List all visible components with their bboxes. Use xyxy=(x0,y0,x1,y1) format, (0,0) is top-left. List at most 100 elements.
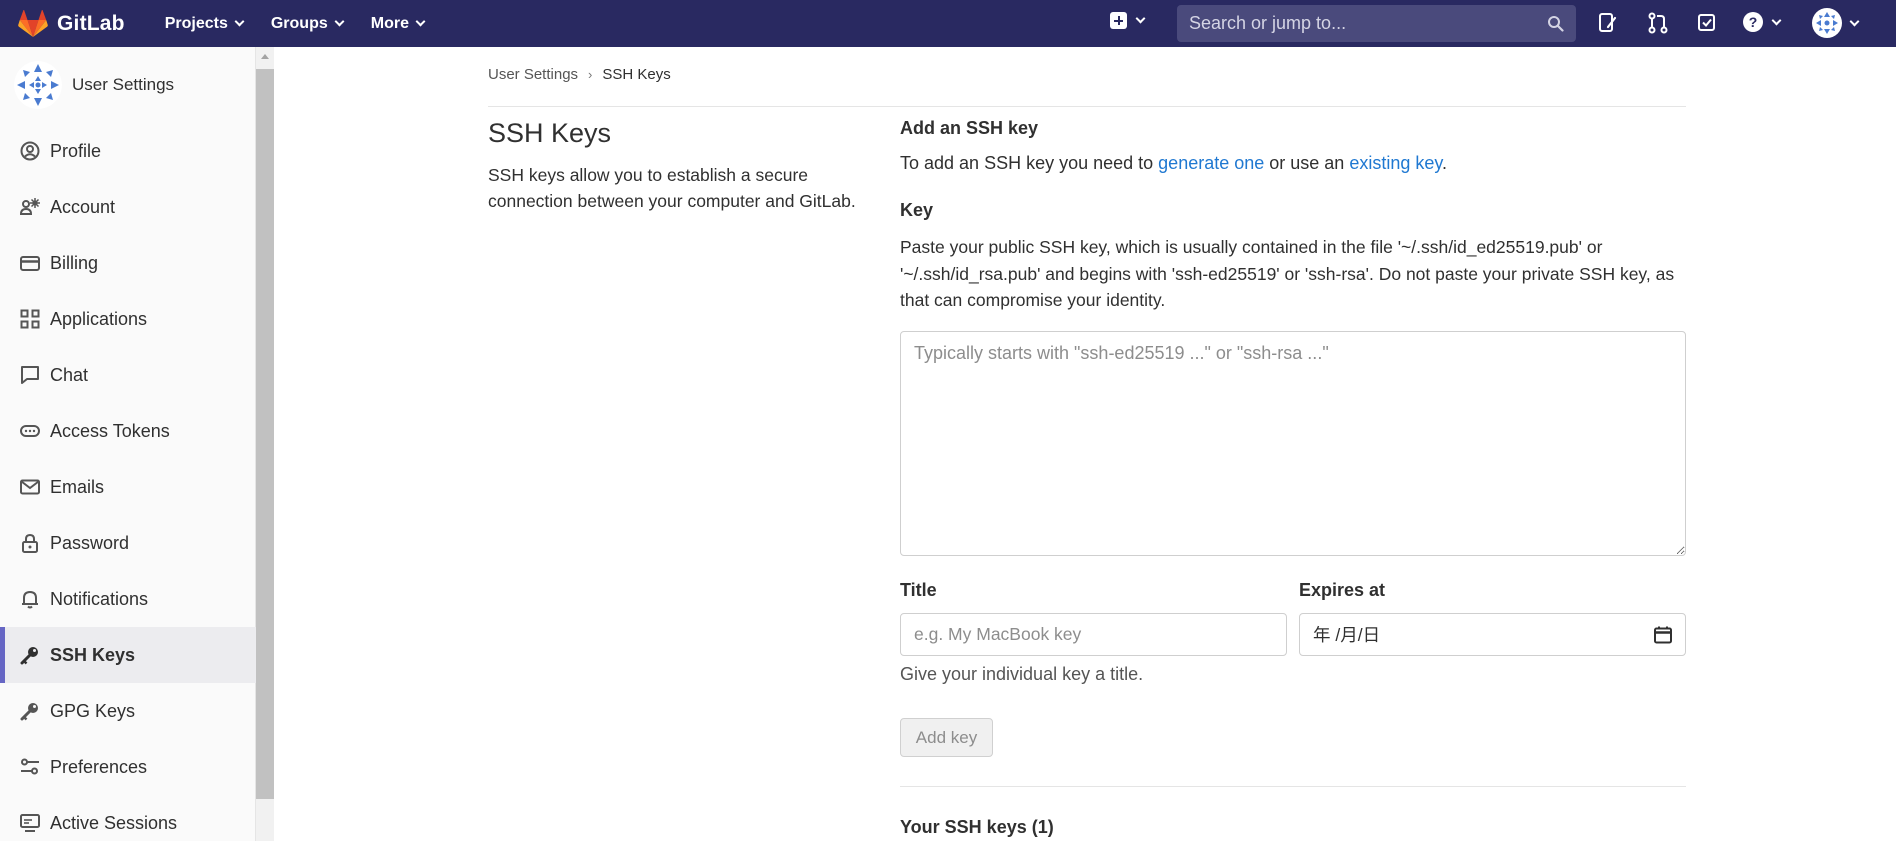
sidebar-item-chat[interactable]: Chat xyxy=(0,347,256,403)
key-icon xyxy=(20,645,40,665)
breadcrumb-parent[interactable]: User Settings xyxy=(488,66,578,83)
sidebar-scrollbar[interactable] xyxy=(256,47,274,841)
plus-square-icon xyxy=(1110,12,1127,29)
issues-icon[interactable] xyxy=(1598,12,1618,34)
chevron-right-icon: › xyxy=(588,67,593,82)
user-settings-avatar xyxy=(14,61,62,109)
page-title: SSH Keys xyxy=(488,118,612,148)
svg-text:?: ? xyxy=(1749,14,1758,30)
title-input[interactable] xyxy=(900,613,1287,656)
add-ssh-key-heading: Add an SSH key xyxy=(900,118,1039,138)
add-key-button[interactable]: Add key xyxy=(900,718,993,757)
breadcrumb: User Settings › SSH Keys xyxy=(488,66,671,83)
key-icon xyxy=(20,701,40,721)
breadcrumb-current[interactable]: SSH Keys xyxy=(602,66,670,83)
sidebar-item-account[interactable]: Account xyxy=(0,179,256,235)
help-dropdown[interactable]: ? xyxy=(1742,11,1782,33)
profile-icon xyxy=(20,141,40,161)
sidebar-item-preferences[interactable]: Preferences xyxy=(0,739,256,795)
projects-menu[interactable]: Projects xyxy=(164,14,245,33)
account-icon xyxy=(20,197,40,217)
sidebar-item-emails[interactable]: Emails xyxy=(0,459,256,515)
sidebar-item-notifications[interactable]: Notifications xyxy=(0,571,256,627)
more-menu[interactable]: More xyxy=(371,15,426,33)
sidebar-item-password[interactable]: Password xyxy=(0,515,256,571)
groups-menu-label: Groups xyxy=(270,14,328,32)
sidebar-item-applications[interactable]: Applications xyxy=(0,291,256,347)
chevron-down-icon xyxy=(415,16,426,27)
search-icon[interactable] xyxy=(1547,15,1564,32)
new-item-dropdown[interactable] xyxy=(1110,12,1146,29)
add-ssh-key-intro: To add an SSH key you need to generate o… xyxy=(900,153,1447,174)
sidebar-item-label: Applications xyxy=(50,308,148,329)
access-tokens-icon xyxy=(20,421,40,441)
sidebar-item-label: Notifications xyxy=(50,588,149,609)
intro-middle: or use an xyxy=(1264,153,1350,173)
sidebar-item-access-tokens[interactable]: Access Tokens xyxy=(0,403,256,459)
sidebar-item-gpg-keys[interactable]: GPG Keys xyxy=(0,683,256,739)
user-avatar xyxy=(1812,8,1842,38)
sidebar-item-profile[interactable]: Profile xyxy=(0,123,256,179)
sidebar-item-label: GPG Keys xyxy=(50,700,136,721)
key-label: Key xyxy=(900,200,934,220)
merge-requests-icon[interactable] xyxy=(1648,12,1668,34)
gitlab-tanuki-icon xyxy=(18,9,48,37)
page-description: SSH keys allow you to establish a secure… xyxy=(488,165,856,211)
intro-prefix: To add an SSH key you need to xyxy=(900,153,1159,173)
calendar-icon[interactable] xyxy=(1654,626,1672,644)
key-help-text: Paste your public SSH key, which is usua… xyxy=(900,237,1675,310)
key-textarea[interactable] xyxy=(900,331,1686,556)
sidebar-item-label: Access Tokens xyxy=(50,420,170,441)
sidebar-item-label: Active Sessions xyxy=(50,812,178,833)
sidebar-item-label: Password xyxy=(50,532,130,553)
chevron-down-icon xyxy=(1849,16,1860,26)
sidebar-title: User Settings xyxy=(72,75,175,94)
monitor-icon xyxy=(20,813,40,833)
sidebar-item-label: Profile xyxy=(50,140,102,161)
gitlab-logo[interactable]: GitLab xyxy=(18,9,125,38)
sidebar-item-label: Chat xyxy=(50,364,89,385)
chevron-down-icon xyxy=(334,16,345,27)
expires-at-value: 年 /月/日 xyxy=(1313,625,1381,645)
intro-suffix: . xyxy=(1442,153,1448,173)
brand-name: GitLab xyxy=(57,11,125,35)
search-input[interactable] xyxy=(1187,12,1527,35)
sidebar-item-label: Account xyxy=(50,196,116,217)
search-box xyxy=(1177,5,1576,42)
sidebar-item-ssh-keys[interactable]: SSH Keys xyxy=(0,627,256,683)
sidebar-item-billing[interactable]: Billing xyxy=(0,235,256,291)
sidebar-item-label: Emails xyxy=(50,476,105,497)
scrollbar-thumb[interactable] xyxy=(256,69,274,799)
scroll-up-arrow-icon[interactable] xyxy=(261,54,269,59)
applications-icon xyxy=(20,309,40,329)
expires-at-date-input[interactable]: 年 /月/日 xyxy=(1299,613,1686,656)
sidebar-item-active-sessions[interactable]: Active Sessions xyxy=(0,795,256,851)
chat-icon xyxy=(20,365,40,385)
preferences-icon xyxy=(20,757,40,777)
title-help-text: Give your individual key a title. xyxy=(900,664,1144,684)
existing-key-link[interactable]: existing key xyxy=(1349,153,1442,173)
lock-icon xyxy=(20,533,40,553)
sidebar-item-label: Billing xyxy=(50,252,99,273)
groups-menu[interactable]: Groups xyxy=(270,14,345,33)
your-ssh-keys-heading: Your SSH keys (1) xyxy=(900,817,1054,837)
top-navbar: GitLab Projects Groups More Search or ju… xyxy=(0,0,1896,47)
todos-icon[interactable] xyxy=(1697,12,1717,34)
divider xyxy=(900,786,1686,787)
sidebar-item-label: Preferences xyxy=(50,756,148,777)
nav-menu: Projects Groups More xyxy=(165,15,452,33)
question-icon: ? xyxy=(1743,12,1763,32)
chevron-down-icon xyxy=(1135,13,1146,24)
user-menu[interactable] xyxy=(1812,8,1860,38)
expires-at-label: Expires at xyxy=(1299,580,1386,600)
billing-icon xyxy=(20,253,40,273)
divider xyxy=(488,106,1686,107)
settings-sidebar: User Settings Profile Account Billing Ap… xyxy=(0,47,256,841)
sidebar-header[interactable]: User Settings xyxy=(0,47,255,123)
chevron-down-icon xyxy=(234,16,245,27)
generate-one-link[interactable]: generate one xyxy=(1158,153,1264,173)
chevron-down-icon xyxy=(1771,15,1782,25)
emails-icon xyxy=(20,477,40,497)
sidebar-item-label: SSH Keys xyxy=(50,644,136,665)
projects-menu-label: Projects xyxy=(164,14,228,32)
